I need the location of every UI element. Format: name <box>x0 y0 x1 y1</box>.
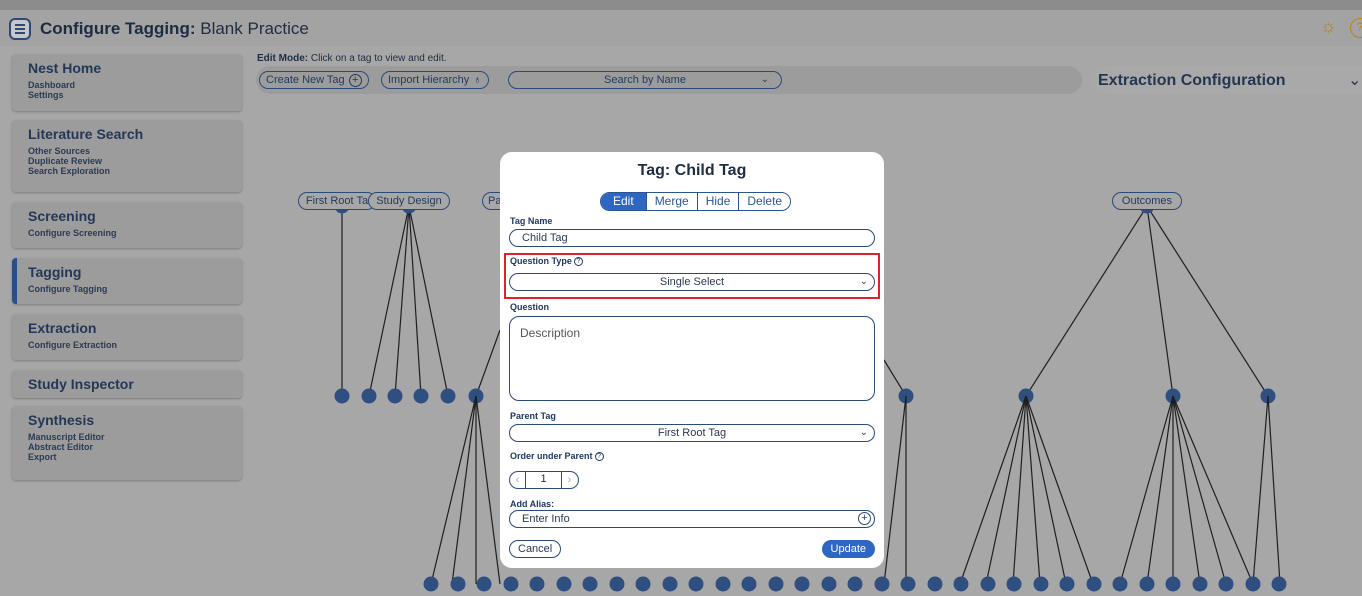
alias-label: Add Alias: <box>510 499 555 509</box>
tree-node <box>768 576 784 592</box>
question-textarea[interactable]: Description <box>509 316 875 401</box>
tree-edge <box>1252 395 1269 585</box>
order-stepper[interactable]: ‹ 1 › <box>509 471 579 489</box>
tree-node <box>1139 576 1155 592</box>
tree-edge <box>430 395 477 585</box>
tree-node <box>1086 576 1102 592</box>
tree-node <box>334 388 350 404</box>
tree-node <box>847 576 863 592</box>
tree-node <box>794 576 810 592</box>
tree-node <box>1218 576 1234 592</box>
tree-edge <box>1172 395 1227 585</box>
parent-tag-select[interactable]: First Root Tag ⌄ <box>509 424 875 442</box>
tag-name-input[interactable]: Child Tag <box>509 229 875 247</box>
parent-tag-label: Parent Tag <box>510 411 556 421</box>
help-icon[interactable]: ? <box>594 452 604 462</box>
chevron-left-icon[interactable]: ‹ <box>510 474 525 486</box>
tree-edge <box>959 395 1027 585</box>
tree-node <box>741 576 757 592</box>
tree-node <box>874 576 890 592</box>
tree-node <box>821 576 837 592</box>
tree-node <box>387 388 403 404</box>
alias-input[interactable]: Enter Info + <box>509 510 875 528</box>
update-button[interactable]: Update <box>821 540 875 558</box>
parent-tag-value: First Root Tag <box>657 427 727 439</box>
tab-merge[interactable]: Merge <box>645 193 697 210</box>
tree-node <box>953 576 969 592</box>
tree-node <box>1112 576 1128 592</box>
chevron-right-icon[interactable]: › <box>562 474 577 486</box>
tree-root-first-root-tag[interactable]: First Root Ta <box>298 192 376 210</box>
tree-edge <box>1172 395 1254 585</box>
tree-node <box>413 388 429 404</box>
tree-edge <box>368 205 410 397</box>
tree-node <box>582 576 598 592</box>
tree-edge <box>1146 205 1269 397</box>
tree-node <box>1059 576 1075 592</box>
tree-node <box>980 576 996 592</box>
tree-edge <box>1025 205 1148 397</box>
tree-root-study-design[interactable]: Study Design <box>368 192 450 210</box>
tree-edge <box>1119 395 1174 585</box>
tree-node <box>450 576 466 592</box>
tree-node <box>423 576 439 592</box>
tree-node <box>476 576 492 592</box>
tag-modal: Tag: Child Tag Edit Merge Hide Delete Ta… <box>500 152 884 568</box>
modal-title: Tag: Child Tag <box>637 162 747 179</box>
tree-root-outcomes[interactable]: Outcomes <box>1112 192 1182 210</box>
tree-edge <box>475 395 501 585</box>
order-label-text: Order under Parent <box>510 451 593 461</box>
alias-placeholder: Enter Info <box>522 513 570 525</box>
tree-edge <box>451 395 477 585</box>
tree-node <box>900 576 916 592</box>
tree-node <box>927 576 943 592</box>
add-circle-icon[interactable]: + <box>858 512 871 525</box>
tree-node <box>1006 576 1022 592</box>
tag-name-label: Tag Name <box>510 216 553 226</box>
tab-delete[interactable]: Delete <box>738 193 790 210</box>
tree-edge <box>1267 395 1281 585</box>
tree-node <box>529 576 545 592</box>
tree-node <box>503 576 519 592</box>
tree-node <box>715 576 731 592</box>
question-type-highlight <box>504 253 880 299</box>
tree-node <box>662 576 678 592</box>
tree-node <box>1245 576 1261 592</box>
tree-edge <box>1025 395 1041 585</box>
tree-node <box>609 576 625 592</box>
tree-edge <box>1146 395 1174 585</box>
tree-node <box>1192 576 1208 592</box>
tree-node <box>1033 576 1049 592</box>
tree-node <box>1271 576 1287 592</box>
tree-node <box>556 576 572 592</box>
question-label: Question <box>510 302 550 312</box>
cancel-button[interactable]: Cancel <box>509 540 562 558</box>
tree-node <box>688 576 704 592</box>
tree-edge <box>1146 205 1174 397</box>
tab-hide[interactable]: Hide <box>696 193 739 210</box>
modal-tabs: Edit Merge Hide Delete <box>600 192 792 211</box>
order-label: Order under Parent? <box>510 451 604 462</box>
tree-node <box>440 388 456 404</box>
order-value[interactable]: 1 <box>525 472 562 488</box>
tree-node <box>1165 576 1181 592</box>
tree-node <box>361 388 377 404</box>
tree-edge <box>475 329 501 397</box>
tab-edit[interactable]: Edit <box>601 193 646 210</box>
tree-edge <box>1172 395 1201 585</box>
tree-edge <box>883 395 907 585</box>
chevron-down-icon: ⌄ <box>859 427 868 438</box>
tree-node <box>635 576 651 592</box>
tree-edge <box>394 205 410 397</box>
